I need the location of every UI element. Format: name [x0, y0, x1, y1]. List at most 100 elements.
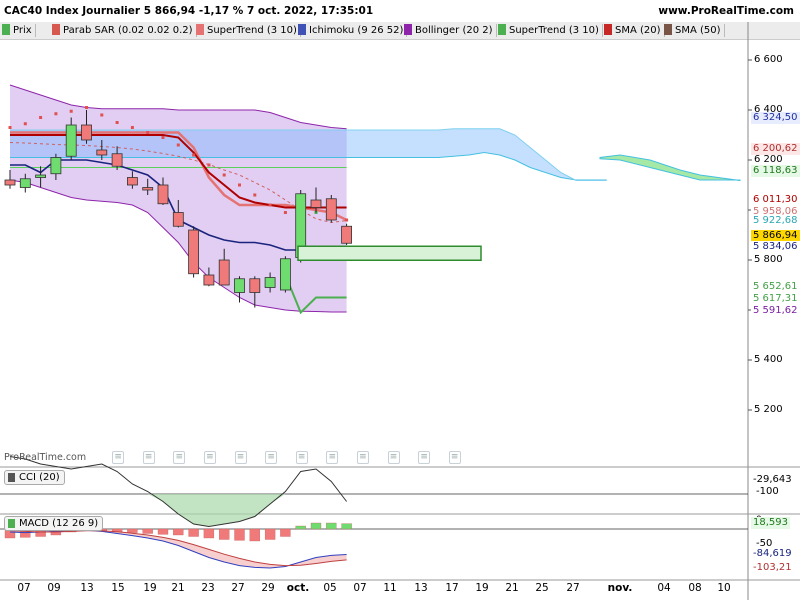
cci-panel-label[interactable]: CCI (20) — [4, 470, 65, 485]
candle-down — [310, 199, 322, 208]
watermark: ProRealTime.com — [4, 452, 87, 463]
candle-up — [234, 278, 245, 293]
candle-up — [264, 277, 276, 288]
event-icon[interactable]: ≡ — [418, 451, 431, 464]
x-axis-label: 07 — [17, 582, 31, 594]
macd-hist-bar — [295, 525, 306, 530]
candle-down — [96, 149, 108, 156]
candle-down — [142, 187, 154, 191]
macd-label: MACD (12 26 9) — [19, 518, 99, 529]
event-icon[interactable]: ≡ — [326, 451, 339, 464]
candle-down — [249, 278, 261, 293]
x-axis-label: 21 — [171, 582, 185, 594]
sar-dot — [176, 143, 180, 147]
sar-dot — [192, 153, 196, 157]
x-axis-label: 09 — [47, 582, 61, 594]
x-axis-label: 27 — [566, 582, 580, 594]
sar-dot — [115, 121, 119, 124]
macd-signal-fill — [10, 530, 347, 568]
x-axis-label: 17 — [445, 582, 459, 594]
sar-dot — [130, 126, 134, 129]
candle-down — [111, 153, 123, 167]
cci-swatch — [8, 473, 15, 482]
macd-swatch — [8, 519, 15, 528]
event-icon[interactable]: ≡ — [265, 451, 278, 464]
x-axis-label: 07 — [353, 582, 367, 594]
macd-hist-bar — [127, 528, 138, 533]
sar-dot — [345, 218, 349, 222]
x-axis-label: 27 — [231, 582, 245, 594]
cci-label: CCI (20) — [19, 472, 60, 483]
macd-hist-bar — [203, 528, 215, 539]
x-axis-label: 19 — [475, 582, 489, 594]
event-icon[interactable]: ≡ — [448, 451, 461, 464]
x-axis-label: 21 — [505, 582, 519, 594]
candle-down — [172, 212, 184, 227]
candle-down — [127, 177, 138, 186]
sar-dot — [283, 211, 287, 214]
x-axis-label: 13 — [80, 582, 94, 594]
price-tick-label: 5 200 — [754, 404, 783, 415]
sar-dot — [222, 173, 226, 177]
candle-down — [81, 124, 92, 141]
candle-down — [188, 229, 200, 275]
candle-down — [157, 184, 169, 205]
price-tick-label: 6 200 — [754, 154, 783, 165]
event-icon[interactable]: ≡ — [173, 451, 186, 464]
candle-up — [65, 124, 77, 157]
price-level-label: 6 324,50 — [751, 112, 800, 124]
sar-dot — [268, 203, 272, 207]
event-icon[interactable]: ≡ — [142, 451, 155, 464]
price-level-label: 5 834,06 — [751, 241, 800, 253]
sar-dot — [54, 112, 58, 116]
macd-hist-bar — [264, 528, 276, 540]
macd-hist-bar — [326, 522, 337, 530]
x-axis-label: 08 — [688, 582, 702, 594]
candle-down — [325, 198, 337, 221]
price-level-label: 5 922,68 — [751, 215, 800, 227]
event-icon[interactable]: ≡ — [112, 451, 125, 464]
candle-up — [35, 174, 46, 178]
sar-dot — [69, 109, 73, 113]
sar-dot — [23, 122, 27, 126]
macd-value-label: 18,593 — [751, 517, 790, 529]
macd-hist-bar — [280, 528, 291, 537]
candle-up — [50, 157, 62, 175]
sar-dot — [8, 126, 12, 129]
price-level-label: 6 011,30 — [751, 194, 800, 206]
cci-axis-minus100: -100 — [756, 486, 779, 497]
x-axis-label: 10 — [717, 582, 731, 594]
candle-down — [218, 259, 230, 286]
price-level-label: 5 652,61 — [751, 281, 800, 293]
macd-hist-bar — [157, 528, 169, 535]
x-axis-label: 13 — [414, 582, 428, 594]
event-icon[interactable]: ≡ — [387, 451, 400, 464]
x-axis-label: 25 — [535, 582, 549, 594]
x-axis-label: 29 — [261, 582, 275, 594]
macd-hist-bar — [142, 528, 153, 534]
chart-canvas[interactable] — [0, 0, 800, 600]
sar-dot — [207, 163, 211, 167]
macd-hist-bar — [234, 528, 245, 541]
macd-hist-bar — [219, 528, 230, 540]
candle-down — [341, 225, 353, 244]
x-axis-label: oct. — [286, 582, 310, 594]
macd-hist-bar — [341, 523, 352, 530]
event-icon[interactable]: ≡ — [356, 451, 369, 464]
macd-panel-label[interactable]: MACD (12 26 9) — [4, 516, 104, 531]
price-tick-label: 5 400 — [754, 354, 783, 365]
macd-hist-bar — [310, 522, 322, 530]
event-icon[interactable]: ≡ — [203, 451, 216, 464]
x-axis-label: 19 — [143, 582, 157, 594]
macd-line — [9, 529, 347, 569]
event-icon[interactable]: ≡ — [234, 451, 247, 464]
sar-dot — [253, 193, 257, 197]
price-tick-label: 5 800 — [754, 254, 783, 265]
sar-dot — [39, 116, 43, 119]
event-icon[interactable]: ≡ — [295, 451, 308, 464]
x-axis-label: 11 — [383, 582, 397, 594]
macd-hist-bar — [188, 528, 199, 537]
candle-up — [19, 178, 31, 188]
price-level-label: 5 617,31 — [751, 293, 800, 305]
sar-dot — [238, 183, 241, 187]
